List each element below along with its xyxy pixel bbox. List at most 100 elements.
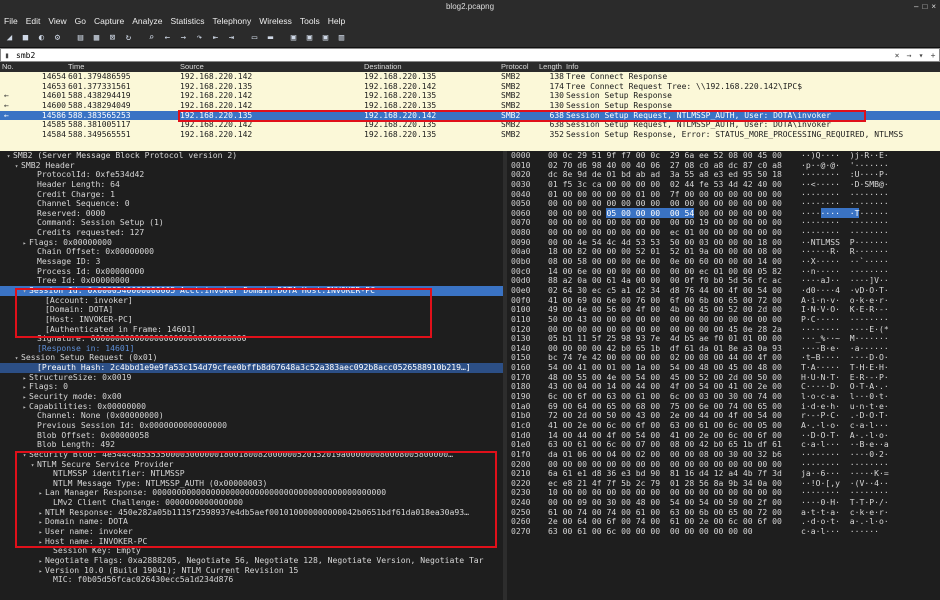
col-length[interactable]: Length bbox=[539, 62, 566, 72]
detail-text: Flags: 0 bbox=[29, 381, 68, 392]
packet-row[interactable]: ← 14600 588.438294049 192.168.220.142 192.16… bbox=[0, 101, 940, 111]
packet-row[interactable]: 14654 601.379486595 192.168.220.142 192.168… bbox=[0, 72, 940, 82]
detail-text: [Host: INVOKER-PC] bbox=[45, 313, 133, 324]
col-source[interactable]: Source bbox=[180, 62, 364, 72]
add-filter-icon[interactable]: + bbox=[927, 51, 939, 60]
detail-text: LMv2 Client Challenge: 0000000000000000 bbox=[53, 497, 244, 508]
packet-len: 174 bbox=[549, 81, 564, 91]
minimize-icon[interactable]: – bbox=[914, 0, 918, 14]
save-file-icon[interactable]: ▦ bbox=[90, 31, 103, 44]
packet-no: 14654 bbox=[41, 72, 66, 81]
detail-text: Security Blob: 4e544c4d53535000030000001… bbox=[29, 448, 453, 459]
close-file-icon[interactable]: ⊠ bbox=[106, 31, 119, 44]
detail-line[interactable]: ▸ StructureSize: 0x0019 bbox=[0, 371, 503, 383]
selected-packet-marker-icon: ← bbox=[4, 110, 9, 120]
go-to-packet-icon[interactable]: ↷ bbox=[193, 31, 206, 44]
detail-text: User name: invoker bbox=[45, 525, 133, 536]
detail-text: Previous Session Id: 0x0000000000000000 bbox=[37, 419, 228, 430]
packet-info: Tree Connect Response bbox=[566, 72, 668, 81]
related-packet-marker-icon: ← bbox=[4, 101, 9, 111]
menu-help[interactable]: Help bbox=[328, 14, 345, 28]
col-no[interactable]: No. bbox=[0, 62, 68, 72]
detail-text: Session Setup Request (0x01) bbox=[21, 352, 158, 363]
zoom-out-icon[interactable]: ▣ bbox=[303, 31, 316, 44]
autoscroll-icon[interactable]: ▭ bbox=[248, 31, 261, 44]
detail-text: StructureSize: 0x0019 bbox=[29, 371, 132, 382]
zoom-in-icon[interactable]: ▣ bbox=[287, 31, 300, 44]
col-time[interactable]: Time bbox=[68, 62, 180, 72]
colorize-icon[interactable]: ▬ bbox=[264, 31, 277, 44]
packet-proto: SMB2 bbox=[501, 81, 521, 91]
last-packet-icon[interactable]: ⇥ bbox=[225, 31, 238, 44]
main-toolbar: ◢ ■ ◐ ⚙ ▤ ▦ ⊠ ↻ ⌕ ← → ↷ ⇤ ⇥ ▭ ▬ ▣ ▣ ▣ ▥ bbox=[0, 28, 940, 48]
detail-text: Header Length: 64 bbox=[37, 178, 120, 189]
col-destination[interactable]: Destination bbox=[364, 62, 501, 72]
menu-telephony[interactable]: Telephony bbox=[213, 14, 252, 28]
detail-text: Blob Offset: 0x00000058 bbox=[37, 429, 150, 440]
menu-statistics[interactable]: Statistics bbox=[170, 14, 204, 28]
packet-row[interactable]: ← 14601 588.438294419 192.168.220.142 192.16… bbox=[0, 91, 940, 101]
packet-proto: SMB2 bbox=[501, 101, 521, 111]
packet-info: Session Setup Response, Error: STATUS_MO… bbox=[566, 130, 904, 140]
packet-row[interactable]: 14585 588.381005117 192.168.220.142 192.168… bbox=[0, 120, 940, 130]
options-gear-icon[interactable]: ⚙ bbox=[51, 31, 64, 44]
packet-time: 588.349565551 bbox=[68, 130, 131, 140]
menu-file[interactable]: File bbox=[4, 14, 18, 28]
packet-time: 588.438294419 bbox=[68, 91, 131, 101]
packet-proto: SMB2 bbox=[501, 110, 521, 120]
menu-edit[interactable]: Edit bbox=[26, 14, 41, 28]
detail-text: Domain name: DOTA bbox=[45, 516, 128, 527]
packet-row[interactable]: ← 14586 588.383565253 192.168.220.135 192.16… bbox=[0, 110, 940, 121]
detail-line[interactable]: ▾ SMB2 (Server Message Block Protocol ver… bbox=[0, 151, 503, 161]
detail-text: NTLMSSP identifier: NTLMSSP bbox=[53, 468, 185, 479]
menu-analyze[interactable]: Analyze bbox=[132, 14, 162, 28]
packet-src: 192.168.220.142 bbox=[180, 91, 253, 101]
detail-text: Session Key: Empty bbox=[53, 545, 141, 556]
packet-bytes-pane: 0000 00 0c 29 51 9f f7 00 0c 29 6a ee 52 … bbox=[507, 151, 940, 600]
apply-filter-icon[interactable]: → bbox=[903, 51, 915, 60]
resize-columns-icon[interactable]: ▥ bbox=[335, 31, 348, 44]
menu-wireless[interactable]: Wireless bbox=[259, 14, 292, 28]
stop-square-icon[interactable]: ■ bbox=[19, 31, 32, 44]
close-icon[interactable]: × bbox=[931, 0, 936, 14]
detail-text: MIC: f0b05d56fcac026430ecc5a1d234d876 bbox=[53, 574, 234, 585]
menu-capture[interactable]: Capture bbox=[94, 14, 124, 28]
go-forward-icon[interactable]: → bbox=[177, 31, 190, 44]
packet-row[interactable]: 14653 601.377331561 192.168.220.135 192.168… bbox=[0, 82, 940, 92]
menu-tools[interactable]: Tools bbox=[300, 14, 320, 28]
hex-row[interactable]: 0270 63 00 61 00 6c 00 00 00 00 00 00 00 … bbox=[507, 525, 940, 537]
detail-text: Host name: INVOKER-PC bbox=[45, 535, 148, 546]
maximize-icon[interactable]: □ bbox=[922, 0, 927, 14]
open-folder-icon[interactable]: ▤ bbox=[74, 31, 87, 44]
packet-row[interactable]: 14584 588.349565551 192.168.220.142 192.168… bbox=[0, 130, 940, 140]
detail-line[interactable]: MIC: f0b05d56fcac026430ecc5a1d234d876 bbox=[0, 574, 503, 585]
hex-offset: 0270 bbox=[511, 525, 531, 536]
detail-text: Security mode: 0x00 bbox=[29, 391, 122, 402]
shark-fin-start-icon[interactable]: ◢ bbox=[3, 31, 16, 44]
restart-icon[interactable]: ◐ bbox=[35, 31, 48, 44]
detail-text: [Domain: DOTA] bbox=[45, 304, 114, 315]
packet-len: 130 bbox=[549, 91, 564, 101]
bookmark-icon[interactable]: ▮ bbox=[1, 51, 13, 60]
detail-text: [Account: invoker] bbox=[45, 294, 133, 305]
packet-time: 601.379486595 bbox=[68, 72, 131, 81]
go-back-icon[interactable]: ← bbox=[161, 31, 174, 44]
toolbar-separator bbox=[138, 31, 142, 44]
packet-details-pane: ▾ SMB2 (Server Message Block Protocol ver… bbox=[0, 151, 503, 600]
clear-filter-icon[interactable]: × bbox=[891, 51, 903, 60]
reload-icon[interactable]: ↻ bbox=[122, 31, 135, 44]
col-protocol[interactable]: Protocol bbox=[501, 62, 539, 72]
search-icon[interactable]: ⌕ bbox=[145, 31, 158, 44]
filter-dropdown-icon[interactable]: ▾ bbox=[915, 51, 927, 60]
col-info[interactable]: Info bbox=[566, 62, 940, 72]
window-titlebar: blog2.pcapng – □ × bbox=[0, 0, 940, 14]
normal-size-icon[interactable]: ▣ bbox=[319, 31, 332, 44]
detail-text: Credits requested: 127 bbox=[37, 227, 145, 238]
first-packet-icon[interactable]: ⇤ bbox=[209, 31, 222, 44]
packet-dst: 192.168.220.135 bbox=[364, 101, 437, 111]
menu-view[interactable]: View bbox=[48, 14, 66, 28]
menu-go[interactable]: Go bbox=[75, 14, 86, 28]
detail-text: Signature: 00000000000000000000000000000… bbox=[37, 333, 247, 344]
display-filter-input[interactable]: smb2 bbox=[13, 51, 891, 60]
packet-dst: 192.168.220.135 bbox=[364, 91, 437, 101]
